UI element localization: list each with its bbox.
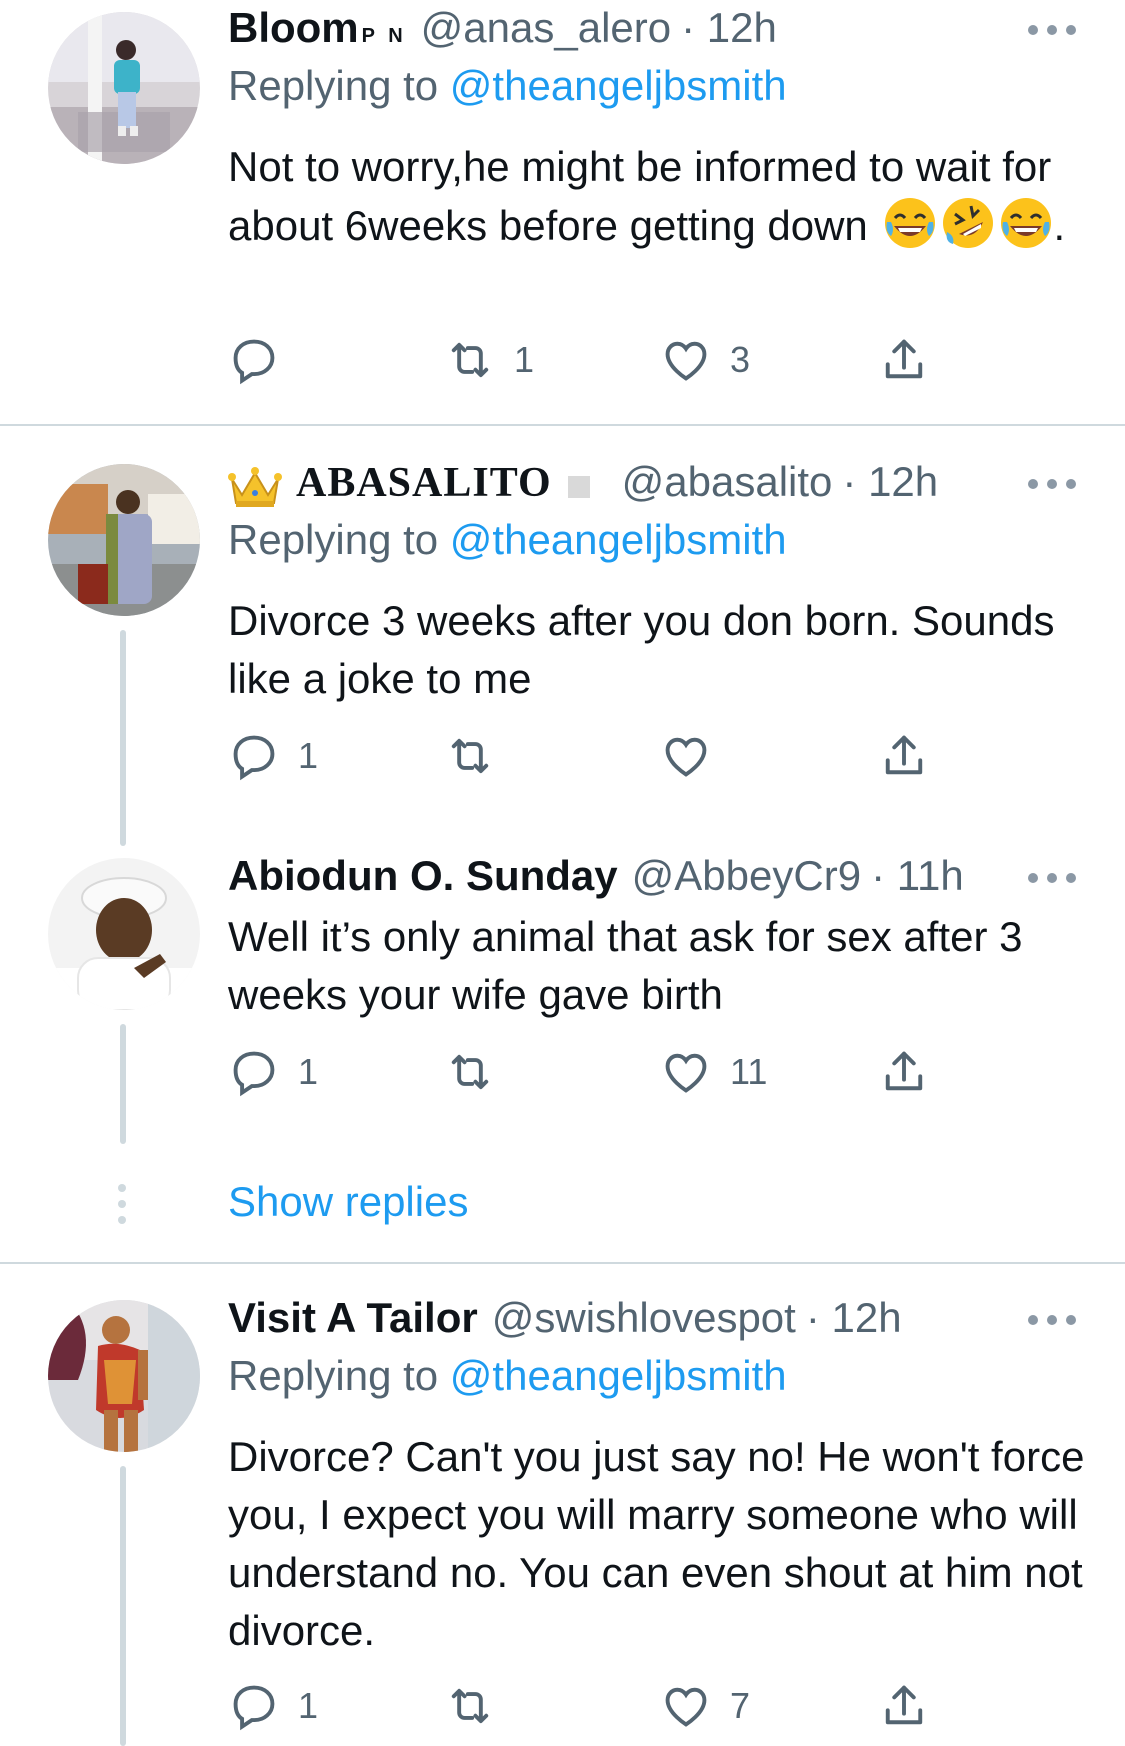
like-icon — [665, 737, 707, 777]
reply-button[interactable]: 1 — [228, 726, 318, 786]
name-superscript: P N — [361, 25, 407, 47]
tweet-header: ABASALITO @abasalito · 12h — [228, 458, 938, 516]
share-button[interactable] — [878, 330, 930, 390]
retweet-button[interactable]: 1 — [444, 330, 534, 390]
reply-icon — [233, 1685, 275, 1731]
reply-count: 1 — [298, 1051, 319, 1092]
replying-to: Replying to @theangeljbsmith — [228, 516, 787, 564]
thread-line — [120, 630, 126, 846]
like-button[interactable] — [660, 726, 730, 786]
replying-to-mention[interactable]: @theangeljbsmith — [450, 62, 787, 109]
tweet-header: Abiodun O. Sunday @AbbeyCr9 · 11h — [228, 852, 964, 910]
like-button[interactable]: 3 — [660, 330, 750, 390]
tweet-actions: 1 7 — [228, 1676, 988, 1736]
share-icon — [885, 1051, 923, 1091]
tweet-text-suffix: . — [1053, 202, 1066, 249]
like-icon — [665, 1053, 707, 1093]
user-handle[interactable]: @AbbeyCr9 — [632, 852, 861, 900]
replying-to-label: Replying to — [228, 62, 439, 109]
retweet-icon — [451, 1054, 489, 1090]
tweet-text: Not to worry,he might be informed to wai… — [228, 138, 1088, 255]
share-button[interactable] — [878, 1676, 930, 1736]
crown-icon — [228, 467, 282, 507]
replying-to-label: Replying to — [228, 516, 439, 563]
display-name[interactable]: Abiodun O. Sunday — [228, 852, 618, 900]
tweet-time: · 12h — [681, 4, 777, 51]
like-count: 7 — [730, 1685, 751, 1726]
tweet-time: · 11h — [871, 852, 964, 899]
avatar[interactable] — [48, 1300, 200, 1452]
rolling-on-floor-laughing-icon — [943, 198, 994, 248]
reply-icon — [233, 1051, 275, 1097]
tweet-time: · 12h — [805, 1294, 902, 1341]
like-icon — [665, 1687, 707, 1727]
replying-to: Replying to @theangeljbsmith — [228, 62, 787, 110]
more-icon[interactable] — [1028, 1310, 1076, 1330]
share-button[interactable] — [878, 726, 930, 786]
like-count: 11 — [730, 1051, 768, 1092]
reply-icon — [233, 339, 275, 385]
retweet-count: 1 — [514, 339, 535, 380]
replying-to: Replying to @theangeljbsmith — [228, 1352, 787, 1400]
tweet-text: Divorce? Can't you just say no! He won't… — [228, 1433, 1085, 1654]
retweet-button[interactable] — [444, 1676, 514, 1736]
more-icon[interactable] — [1028, 474, 1076, 494]
tweet-text: Well it’s only animal that ask for sex a… — [228, 913, 1023, 1018]
display-name[interactable]: Bloom — [228, 4, 359, 52]
share-button[interactable] — [878, 1042, 930, 1102]
more-icon[interactable] — [1028, 868, 1076, 888]
display-name[interactable]: Visit A Tailor — [228, 1294, 478, 1342]
reply-icon — [233, 735, 275, 781]
thread-line — [120, 1024, 126, 1144]
reply-count: 1 — [298, 735, 319, 776]
face-with-tears-of-joy-icon — [1001, 198, 1052, 248]
face-with-tears-of-joy-icon — [885, 198, 936, 248]
share-icon — [885, 1685, 923, 1725]
like-count: 3 — [730, 339, 751, 380]
reply-button[interactable]: 1 — [228, 1042, 318, 1102]
tweet-header: Bloom P N @anas_alero · 12h — [228, 4, 777, 62]
tweet-time: · 12h — [842, 458, 939, 505]
display-name[interactable]: ABASALITO — [296, 459, 552, 507]
avatar[interactable] — [48, 858, 200, 1010]
user-handle[interactable]: @anas_alero — [421, 4, 671, 52]
like-button[interactable]: 11 — [660, 1042, 767, 1102]
tweet-text: Divorce 3 weeks after you don born. Soun… — [228, 597, 1055, 702]
user-handle[interactable]: @swishlovespot — [492, 1294, 796, 1342]
share-icon — [885, 735, 923, 775]
retweet-icon — [451, 738, 489, 774]
like-icon — [665, 341, 707, 381]
reply-button[interactable] — [228, 330, 298, 390]
divider — [0, 1262, 1125, 1264]
replying-to-mention[interactable]: @theangeljbsmith — [450, 516, 787, 563]
tweet-actions: 1 11 — [228, 1042, 988, 1102]
tweet-actions: 1 — [228, 726, 988, 786]
tweet-actions: 1 3 — [228, 330, 988, 390]
tweet-header: Visit A Tailor @swishlovespot · 12h — [228, 1294, 902, 1352]
avatar[interactable] — [48, 12, 200, 164]
more-icon[interactable] — [1028, 20, 1076, 40]
retweet-icon — [451, 1688, 489, 1724]
share-icon — [885, 339, 923, 379]
avatar[interactable] — [48, 464, 200, 616]
show-replies-link[interactable]: Show replies — [228, 1178, 468, 1226]
reply-button[interactable]: 1 — [228, 1676, 318, 1736]
replying-to-label: Replying to — [228, 1352, 439, 1399]
user-handle[interactable]: @abasalito — [622, 458, 833, 506]
replying-to-mention[interactable]: @theangeljbsmith — [450, 1352, 787, 1399]
thread-line — [120, 1466, 126, 1746]
like-button[interactable]: 7 — [660, 1676, 750, 1736]
divider — [0, 424, 1125, 426]
retweet-icon — [451, 342, 489, 378]
reply-count: 1 — [298, 1685, 319, 1726]
retweet-button[interactable] — [444, 1042, 514, 1102]
square-icon — [567, 476, 590, 498]
thread-dots-icon — [118, 1184, 128, 1224]
retweet-button[interactable] — [444, 726, 514, 786]
